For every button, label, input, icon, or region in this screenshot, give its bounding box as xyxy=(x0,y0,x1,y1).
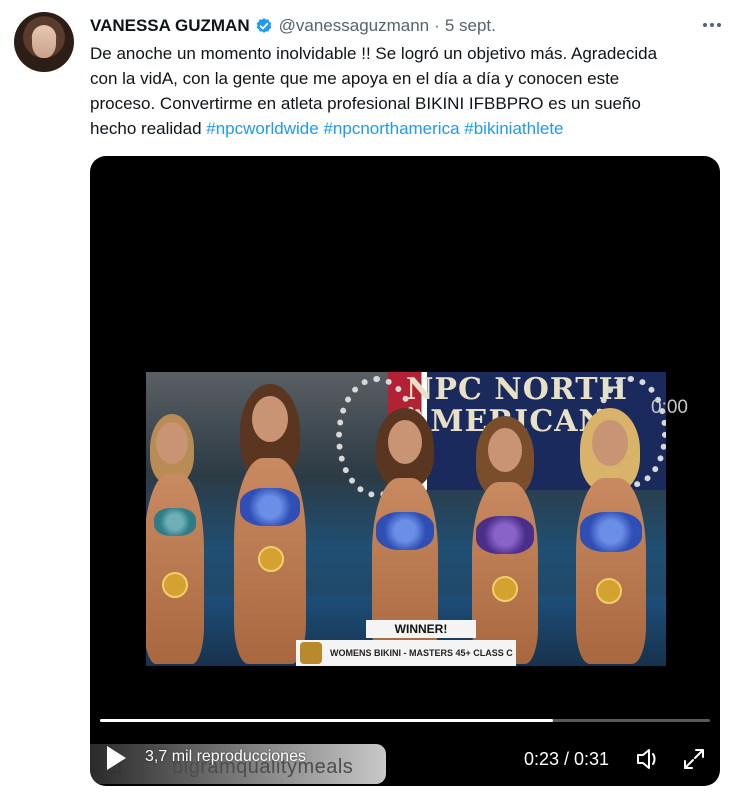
tweet-text-prefix: hecho realidad xyxy=(90,119,207,138)
header-separator: · xyxy=(434,16,440,35)
tweet-header: VANESSA GUZMAN @vanessaguzmann · 5 sept. xyxy=(90,14,722,38)
video-timecode: 0:23 / 0:31 xyxy=(524,749,610,769)
hashtag-npcnorthamerica[interactable]: #npcnorthamerica xyxy=(323,119,459,138)
fullscreen-icon[interactable] xyxy=(682,747,706,771)
medal-icon xyxy=(492,576,518,602)
tweet-text: De anoche un momento inolvidable !! Se l… xyxy=(90,41,720,141)
athlete xyxy=(566,408,656,666)
tweet-text-line: De anoche un momento inolvidable !! Se l… xyxy=(90,44,658,63)
author-avatar[interactable] xyxy=(14,12,74,72)
medal-icon xyxy=(258,546,284,572)
hashtag-npcworldwide[interactable]: #npcworldwide xyxy=(206,119,318,138)
npc-crest-icon xyxy=(300,642,322,664)
medal-icon xyxy=(162,572,188,598)
athlete xyxy=(146,412,210,666)
tweet-text-line: proceso. Convertirme en atleta profesion… xyxy=(90,94,641,113)
hashtag-bikiniathlete[interactable]: #bikiniathlete xyxy=(464,119,563,138)
lower-third-class: WOMENS BIKINI - MASTERS 45+ CLASS C xyxy=(330,648,513,658)
volume-icon[interactable] xyxy=(635,747,661,771)
verified-badge-icon xyxy=(255,17,273,35)
medal-icon xyxy=(596,578,622,604)
lower-third-title: WINNER! xyxy=(366,620,476,638)
tweet-date[interactable]: 5 sept. xyxy=(445,16,496,36)
video-player[interactable]: NPC NORTH AMERICAN xyxy=(90,156,720,786)
video-frame[interactable]: NPC NORTH AMERICAN xyxy=(146,372,666,666)
lower-third: WINNER! WOMENS BIKINI - MASTERS 45+ CLAS… xyxy=(296,620,516,666)
play-icon[interactable] xyxy=(104,744,128,772)
view-count: 3,7 mil reproducciones xyxy=(145,748,306,765)
author-name[interactable]: VANESSA GUZMAN xyxy=(90,16,250,36)
lower-third-bar: WOMENS BIKINI - MASTERS 45+ CLASS C xyxy=(296,640,516,666)
tweet-text-line: con la vidA, con la gente que me apoya e… xyxy=(90,69,620,88)
more-horizontal-icon[interactable] xyxy=(702,14,722,36)
video-overlay-time: 0:00 xyxy=(651,397,688,418)
video-progress-fill xyxy=(100,719,553,722)
avatar-face xyxy=(32,26,56,58)
tweet-text-line: hecho realidad #npcworldwide #npcnortham… xyxy=(90,116,720,141)
author-handle[interactable]: @vanessaguzmann xyxy=(279,16,430,36)
video-progress-bar[interactable] xyxy=(100,719,710,722)
